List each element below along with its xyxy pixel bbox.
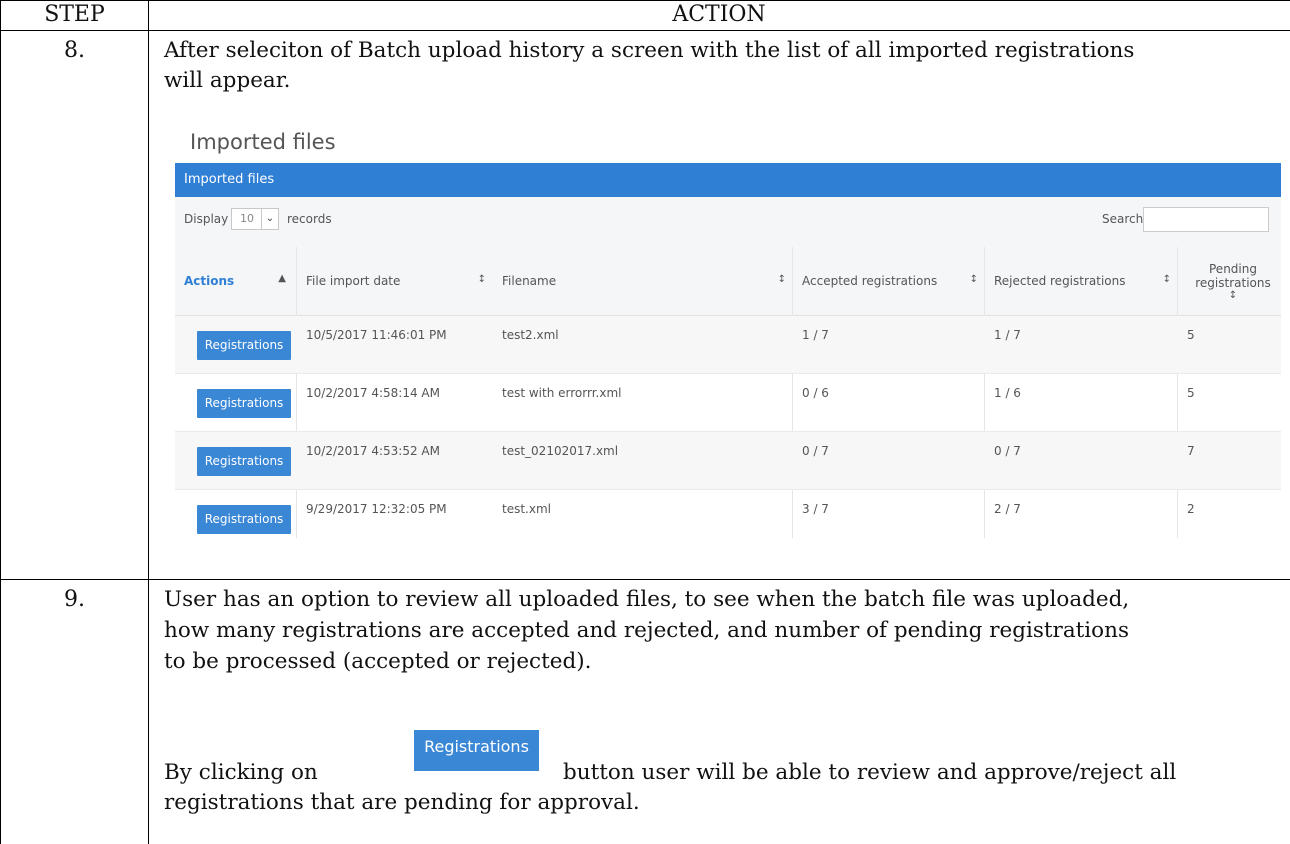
registrations-button[interactable]: Registrations [197,331,291,360]
cell-rejected: 1 / 7 [994,328,1021,342]
step9-click-suffix: button user will be able to review and a… [563,760,1177,785]
cell-rejected: 1 / 6 [994,386,1021,400]
cell-pending: 5 [1187,386,1195,400]
column-header-file-import-date[interactable]: File import date ↕ [306,247,492,315]
cell-rejected: 0 / 7 [994,444,1021,458]
column-label-pending: Pending registrations [1195,261,1271,290]
step9-number: 9. [64,587,85,612]
inline-registrations-button[interactable]: Registrations [414,730,539,771]
column-header-rejected[interactable]: Rejected registrations ↕ [994,247,1177,315]
search-input[interactable] [1143,207,1269,232]
cell-filename: test2.xml [502,328,559,342]
sort-icon: ↕ [1228,289,1238,301]
column-label-rejected: Rejected registrations [994,274,1126,288]
step8-text-line1: After seleciton of Batch upload history … [164,38,1135,63]
cell-rejected: 2 / 7 [994,502,1021,516]
page-title: Imported files [190,130,336,154]
display-label: Display [184,212,229,226]
step8-text-line2: will appear. [164,68,291,93]
table-border-row8 [1,579,1290,580]
cell-date: 10/2/2017 4:58:14 AM [306,386,440,400]
step9-text-line2: how many registrations are accepted and … [164,618,1129,643]
step9-click-prefix: By clicking on [164,760,318,785]
step9-text-line1: User has an option to review all uploade… [164,587,1130,612]
cell-filename: test_02102017.xml [502,444,619,458]
step8-number: 8. [64,38,85,63]
cell-date: 9/29/2017 12:32:05 PM [306,502,447,516]
sort-icon: ↕ [477,274,486,285]
sort-asc-icon: ▲ [278,273,286,284]
cell-pending: 7 [1187,444,1195,458]
cell-filename: test with errorrr.xml [502,386,622,400]
cell-date: 10/5/2017 11:46:01 PM [306,328,447,342]
records-per-page-select[interactable]: 10 ⌄ [231,208,279,230]
cell-accepted: 3 / 7 [802,502,829,516]
column-label-actions: Actions [184,274,235,288]
panel-title: Imported files [175,163,1281,197]
cell-filename: test.xml [502,502,551,516]
records-per-page-value: 10 [240,212,254,225]
column-header-pending[interactable]: Pending registrations ↕ [1187,247,1279,315]
table-border-header [1,30,1290,31]
column-label-accepted: Accepted registrations [802,274,938,288]
registrations-button[interactable]: Registrations [197,505,291,534]
cell-accepted: 1 / 7 [802,328,829,342]
table-row: Registrations 10/2/2017 4:58:14 AM test … [175,374,1281,432]
cell-date: 10/2/2017 4:53:52 AM [306,444,440,458]
table-row: Registrations 10/5/2017 11:46:01 PM test… [175,316,1281,374]
table-row: Registrations 10/2/2017 4:53:52 AM test_… [175,432,1281,490]
imported-files-panel: Imported files Display 10 ⌄ records Sear… [175,163,1281,538]
column-header-filename[interactable]: Filename ↕ [502,247,792,315]
column-header-actions[interactable]: Actions ▲ [184,247,292,315]
header-step: STEP [44,2,105,27]
records-label: records [287,212,332,226]
sort-icon: ↕ [1162,274,1171,285]
sort-icon: ↕ [777,274,786,285]
column-label-date: File import date [306,274,401,288]
cell-accepted: 0 / 6 [802,386,829,400]
search-label: Search: [1102,212,1148,226]
column-label-filename: Filename [502,274,557,288]
cell-pending: 2 [1187,502,1195,516]
table-toolbar: Display 10 ⌄ records Search: [175,197,1281,248]
chevron-down-icon: ⌄ [261,209,278,229]
registrations-button[interactable]: Registrations [197,389,291,418]
column-header-accepted[interactable]: Accepted registrations ↕ [802,247,984,315]
table-column-divider [148,0,149,844]
sort-icon: ↕ [969,274,978,285]
header-action: ACTION [672,2,766,27]
step9-text-line3: to be processed (accepted or rejected). [164,649,592,674]
registrations-button[interactable]: Registrations [197,447,291,476]
cell-pending: 5 [1187,328,1195,342]
cell-accepted: 0 / 7 [802,444,829,458]
table-header: Actions ▲ File import date ↕ Filename ↕ … [175,247,1281,317]
table-row: Registrations 9/29/2017 12:32:05 PM test… [175,490,1281,547]
step9-text-line5: registrations that are pending for appro… [164,790,640,815]
